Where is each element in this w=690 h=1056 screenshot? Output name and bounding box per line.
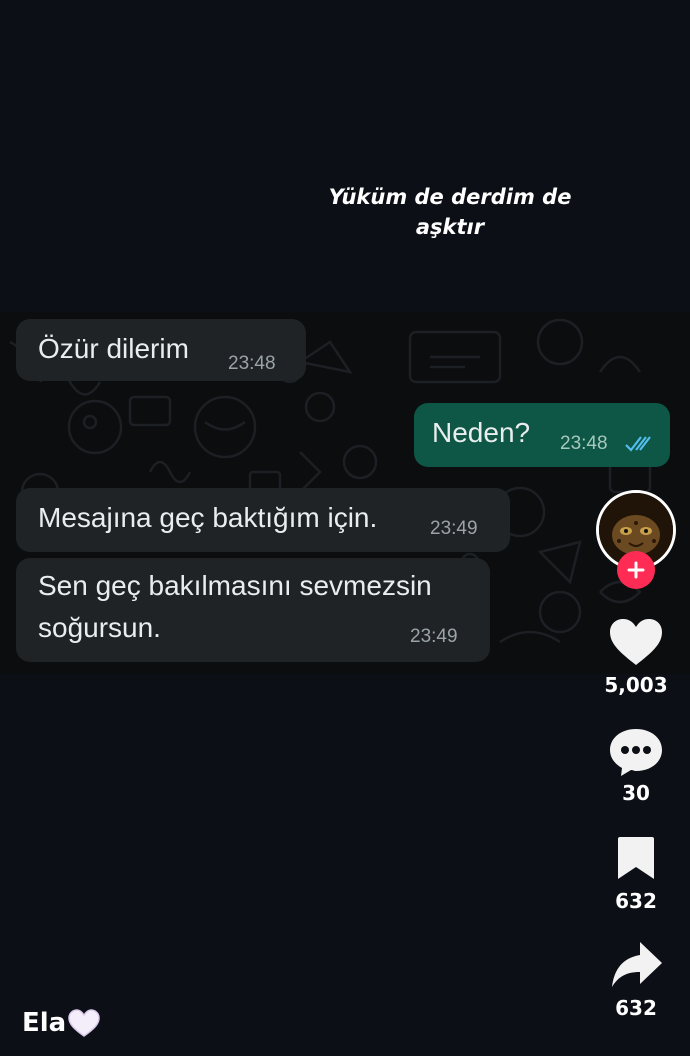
plus-icon [627, 561, 645, 579]
message-text-line-2: soğursun. [38, 612, 161, 643]
double-check-icon [625, 436, 651, 452]
message-incoming[interactable]: Sen geç bakılmasını sevmezsin soğursun. … [16, 558, 490, 662]
message-time: 23:48 [228, 353, 276, 374]
message-outgoing[interactable]: Neden? 23:48 [414, 403, 670, 467]
bookmark-icon[interactable] [616, 835, 656, 881]
follow-button[interactable] [617, 551, 655, 589]
comment-icon[interactable] [608, 727, 664, 777]
share-count: 632 [615, 996, 657, 1020]
save-count: 632 [615, 889, 657, 913]
message-incoming[interactable]: Özür dilerim 23:48 [16, 319, 306, 381]
video-caption: Yüküm de derdim de aşktır [300, 182, 600, 242]
message-incoming[interactable]: Mesajına geç baktığım için. 23:49 [16, 488, 510, 552]
author-username[interactable]: Ela [22, 1008, 100, 1038]
message-text: Neden? [432, 417, 531, 448]
message-time: 23:48 [560, 433, 608, 454]
share-icon[interactable] [610, 940, 664, 990]
message-text-line-1: Sen geç bakılmasını sevmezsin [38, 570, 432, 601]
heart-icon[interactable] [608, 617, 664, 667]
like-count: 5,003 [604, 673, 668, 697]
username-text: Ela [22, 1008, 67, 1038]
message-text: Mesajına geç baktığım için. [38, 502, 378, 533]
white-heart-icon [68, 1009, 100, 1037]
comment-count: 30 [622, 781, 650, 805]
message-time: 23:49 [410, 626, 458, 647]
caption-line-1: Yüküm de derdim de [328, 185, 572, 209]
caption-line-2: aşktır [415, 215, 485, 239]
message-time: 23:49 [430, 518, 478, 539]
chat-screenshot: Özür dilerim 23:48 Neden? 23:48 Mesajına… [0, 312, 690, 674]
message-text: Özür dilerim [38, 333, 189, 364]
